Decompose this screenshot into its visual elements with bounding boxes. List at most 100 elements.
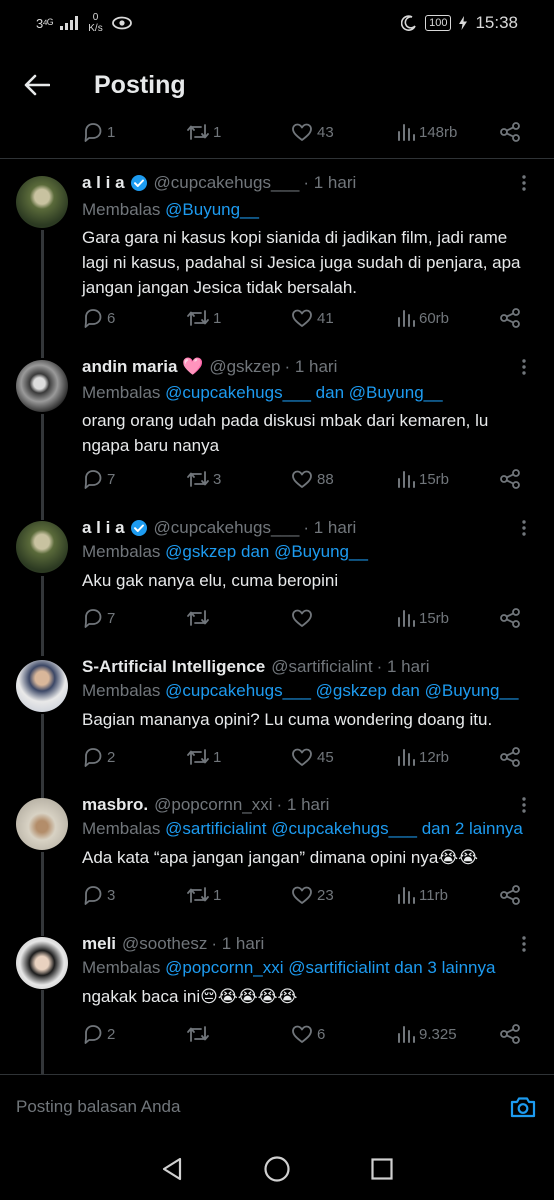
repost-button[interactable]: 1: [186, 746, 221, 768]
more-button[interactable]: [514, 794, 534, 816]
avatar[interactable]: [16, 937, 68, 989]
mention-link[interactable]: @gskzep dan @Buyung__: [165, 542, 368, 561]
nav-home-icon: [264, 1156, 290, 1182]
repost-icon: [187, 610, 209, 626]
display-name[interactable]: a l i a: [82, 518, 125, 538]
reply-context: Membalas @cupcakehugs___ dan @Buyung__: [82, 383, 443, 402]
share-button[interactable]: [498, 607, 522, 629]
more-button[interactable]: [514, 356, 534, 378]
views-button[interactable]: 15rb: [396, 607, 449, 629]
reply-button[interactable]: 2: [82, 746, 115, 768]
mention-link[interactable]: @cupcakehugs___ @gskzep dan @Buyung__: [165, 681, 518, 700]
nav-back-icon: [163, 1157, 182, 1181]
display-name[interactable]: meli: [82, 934, 116, 954]
like-button[interactable]: 88: [290, 468, 334, 490]
handle[interactable]: @sartificialint: [271, 657, 372, 677]
repost-button[interactable]: [186, 1023, 213, 1045]
mention-link[interactable]: @Buyung__: [165, 200, 259, 219]
like-icon: [292, 123, 312, 141]
more-icon: [522, 797, 526, 813]
handle[interactable]: @cupcakehugs___: [154, 518, 300, 538]
display-name[interactable]: S-Artificial Intelligence: [82, 657, 265, 677]
share-icon: [500, 469, 520, 489]
views-button[interactable]: 148rb: [396, 121, 457, 143]
more-button[interactable]: [514, 933, 534, 955]
reply-context: Membalas @gskzep dan @Buyung__: [82, 542, 368, 561]
avatar[interactable]: [16, 360, 68, 412]
repost-button[interactable]: [186, 607, 213, 629]
like-button[interactable]: 43: [290, 121, 334, 143]
page-title: Posting: [94, 70, 186, 99]
handle[interactable]: @soothesz: [122, 934, 207, 954]
mention-link[interactable]: @popcornn_xxi @sartificialint dan 3 lain…: [165, 958, 495, 977]
reply-button[interactable]: 7: [82, 607, 115, 629]
like-button[interactable]: 6: [290, 1023, 325, 1045]
action-row: 2 6 9.325: [82, 1021, 522, 1047]
reply-context: Membalas @Buyung__: [82, 200, 259, 219]
nav-home-button[interactable]: [257, 1149, 297, 1189]
thread-line: [41, 852, 44, 936]
views-button[interactable]: 12rb: [396, 746, 449, 768]
camera-icon: [510, 1096, 536, 1117]
like-icon: [292, 470, 312, 488]
like-button[interactable]: 45: [290, 746, 334, 768]
repost-button[interactable]: 1: [186, 307, 221, 329]
views-icon: [398, 124, 415, 141]
reply-icon: [84, 748, 102, 767]
like-button[interactable]: 41: [290, 307, 334, 329]
timestamp: · 1 hari: [211, 934, 265, 953]
nav-recents-button[interactable]: [362, 1149, 402, 1189]
avatar[interactable]: [16, 798, 68, 850]
reply-button[interactable]: 6: [82, 307, 115, 329]
avatar[interactable]: [16, 176, 68, 228]
share-button[interactable]: [498, 468, 522, 490]
repost-button[interactable]: 1: [186, 884, 221, 906]
mention-link[interactable]: @sartificialint @cupcakehugs___ dan 2 la…: [165, 819, 523, 838]
action-row: 6 1 41 60rb: [82, 305, 522, 331]
mention-link[interactable]: @cupcakehugs___ dan @Buyung__: [165, 383, 442, 402]
like-button[interactable]: [290, 607, 317, 629]
handle[interactable]: @gskzep: [209, 357, 280, 377]
action-row-top: 1 1 43 148rb: [82, 119, 522, 145]
reply-input[interactable]: Posting balasan Anda: [16, 1097, 508, 1117]
display-name[interactable]: masbro.: [82, 795, 148, 815]
nav-recents-icon: [371, 1158, 393, 1180]
views-button[interactable]: 11rb: [396, 884, 448, 906]
reply-button[interactable]: 3: [82, 884, 115, 906]
avatar[interactable]: [16, 660, 68, 712]
share-button[interactable]: [498, 884, 522, 906]
clock: 15:38: [475, 13, 518, 32]
system-nav-bar: [0, 1138, 554, 1200]
views-button[interactable]: 9.325: [396, 1023, 457, 1045]
views-icon: [398, 1026, 415, 1043]
avatar[interactable]: [16, 521, 68, 573]
back-button[interactable]: [0, 52, 74, 118]
more-icon: [522, 175, 526, 191]
display-name[interactable]: a l i a: [82, 173, 125, 193]
share-button[interactable]: [498, 746, 522, 768]
reply-button[interactable]: 2: [82, 1023, 115, 1045]
display-name[interactable]: andin maria 🩷: [82, 357, 203, 377]
camera-button[interactable]: [508, 1092, 538, 1122]
more-button[interactable]: [514, 172, 534, 194]
reply-button[interactable]: 1: [82, 121, 115, 143]
views-button[interactable]: 60rb: [396, 307, 449, 329]
nav-back-button[interactable]: [152, 1149, 192, 1189]
handle[interactable]: @cupcakehugs___: [154, 173, 300, 193]
views-button[interactable]: 15rb: [396, 468, 449, 490]
share-button[interactable]: [498, 1023, 522, 1045]
tweet-text: Aku gak nanya elu, cuma beropini: [82, 571, 339, 590]
action-row: 3 1 23 11rb: [82, 882, 522, 908]
tweet-header: andin maria 🩷 @gskzep · 1 hari: [82, 356, 514, 378]
reply-context: Membalas @popcornn_xxi @sartificialint d…: [82, 958, 496, 977]
repost-button[interactable]: 1: [186, 121, 221, 143]
like-button[interactable]: 23: [290, 884, 334, 906]
share-button[interactable]: [498, 307, 522, 329]
more-button[interactable]: [514, 517, 534, 539]
tweet-header: S-Artificial Intelligence @sartificialin…: [82, 656, 514, 678]
repost-button[interactable]: 3: [186, 468, 221, 490]
handle[interactable]: @popcornn_xxi: [154, 795, 272, 815]
share-button[interactable]: [498, 121, 522, 143]
reply-icon: [84, 609, 102, 628]
reply-button[interactable]: 7: [82, 468, 115, 490]
